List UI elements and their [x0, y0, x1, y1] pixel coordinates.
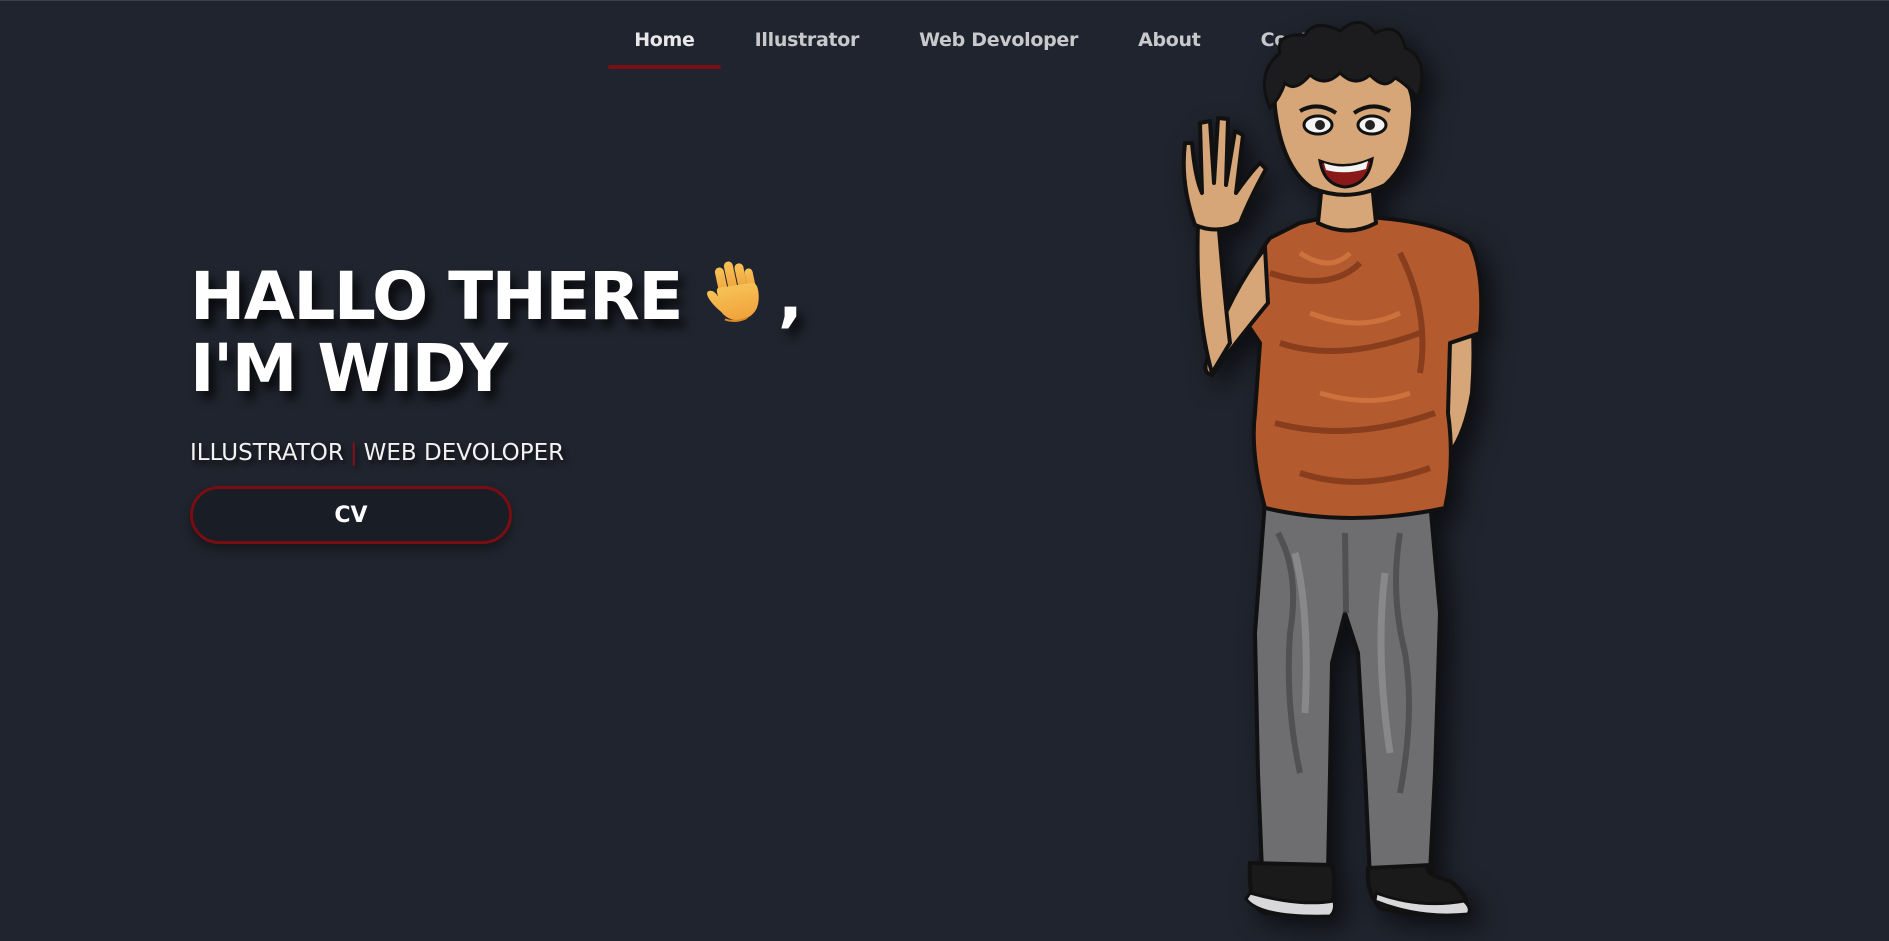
- cv-button[interactable]: CV: [190, 486, 512, 544]
- subtitle-separator: |: [349, 440, 358, 466]
- shoes-shape: [1244, 860, 1471, 918]
- main-nav: Home Illustrator Web Devoloper About Con…: [0, 23, 1889, 69]
- shirt-shape: [1238, 214, 1484, 520]
- nav-item-home[interactable]: Home: [604, 23, 724, 69]
- nav-item-web-devoloper[interactable]: Web Devoloper: [889, 23, 1108, 69]
- subtitle-web-devoloper: WEB DEVOLOPER: [363, 440, 565, 466]
- nav-item-illustrator[interactable]: Illustrator: [725, 23, 889, 69]
- hero-title-line1: HALLO THERE: [190, 258, 683, 335]
- hero-section: HALLO THERE , I'M WIDY ILLUSTRATOR | WEB…: [190, 258, 803, 544]
- waving-hand-icon: [700, 259, 768, 336]
- pants-shape: [1253, 499, 1442, 880]
- hero-title-line2: I'M WIDY: [190, 330, 508, 407]
- landing-page: Home Illustrator Web Devoloper About Con…: [0, 0, 1889, 941]
- head-shape: [1262, 21, 1424, 197]
- hero-title: HALLO THERE , I'M WIDY: [190, 258, 803, 402]
- subtitle-illustrator: ILLUSTRATOR: [190, 440, 344, 466]
- character-illustration: [1100, 13, 1520, 927]
- hero-title-comma: ,: [777, 258, 803, 335]
- hero-subtitle: ILLUSTRATOR | WEB DEVOLOPER: [190, 440, 801, 466]
